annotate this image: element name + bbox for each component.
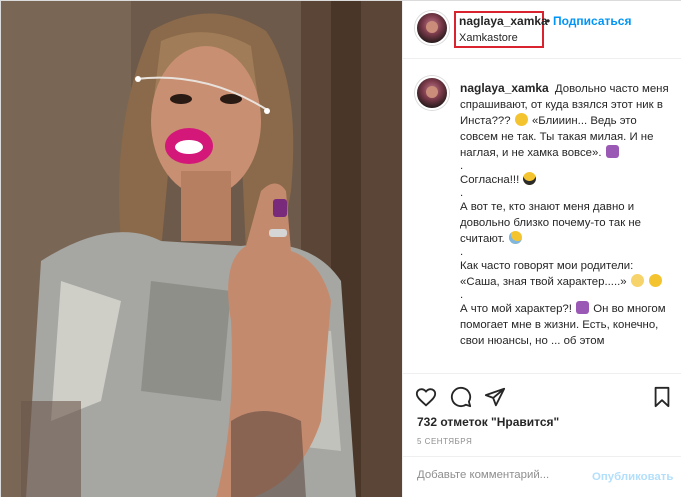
caption-text: Как часто говорят мои родители: «Саша, з… <box>460 260 634 288</box>
caption-separator: . <box>460 246 464 258</box>
woman-gesturing-icon <box>576 301 590 314</box>
caption-text: А вот те, кто знают меня давно и довольн… <box>460 201 641 245</box>
screaming-face-icon <box>630 274 644 287</box>
caption-separator: . <box>460 160 464 172</box>
thinking-face-icon <box>514 113 528 126</box>
post-photo[interactable] <box>1 1 402 497</box>
caption-text: А что мой характер?! <box>460 303 572 315</box>
location-link[interactable]: Xamkastore <box>459 32 518 44</box>
bookmark-icon[interactable] <box>652 386 672 408</box>
post-side-panel: naglaya_xamka • Подписаться Xamkastore n… <box>402 1 681 497</box>
post-dialog: naglaya_xamka • Подписаться Xamkastore n… <box>0 0 681 497</box>
comment-input[interactable] <box>417 469 587 481</box>
grinning-face-icon <box>648 274 662 287</box>
caption-author-avatar[interactable] <box>415 76 449 110</box>
post-date[interactable]: 5 СЕНТЯБРЯ <box>417 437 472 446</box>
caption-text: Согласна!!! <box>460 174 520 186</box>
post-caption: naglaya_xamka Довольно часто меня спраши… <box>460 80 670 349</box>
author-avatar[interactable] <box>415 11 449 45</box>
follow-button[interactable]: Подписаться <box>553 14 631 28</box>
sweat-smile-icon <box>508 231 522 244</box>
woman-gesturing-icon <box>605 145 619 158</box>
heart-icon[interactable] <box>415 386 437 408</box>
caption-separator: . <box>460 187 464 199</box>
publish-button[interactable]: Опубликовать <box>592 471 673 483</box>
caption-username[interactable]: naglaya_xamka <box>460 81 549 95</box>
comment-icon[interactable] <box>450 386 472 408</box>
post-header: naglaya_xamka • Подписаться Xamkastore <box>403 1 681 59</box>
author-username[interactable]: naglaya_xamka <box>459 14 548 28</box>
likes-count[interactable]: 732 отметок "Нравится" <box>417 415 559 429</box>
sunglasses-face-icon <box>523 172 537 185</box>
caption-separator: . <box>460 289 464 301</box>
share-icon[interactable] <box>484 386 506 408</box>
action-bar <box>403 373 681 413</box>
add-comment-bar: Опубликовать <box>403 456 681 497</box>
photo-illustration <box>1 1 402 497</box>
comments-area[interactable]: naglaya_xamka Довольно часто меня спраши… <box>403 60 681 373</box>
separator-dot: • <box>546 14 551 28</box>
